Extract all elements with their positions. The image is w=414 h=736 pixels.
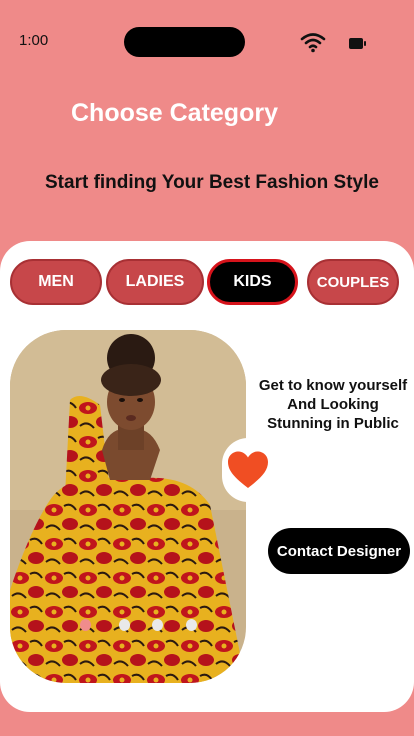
dynamic-island — [124, 27, 245, 57]
tab-men[interactable]: MEN — [10, 259, 102, 305]
page-subtitle: Start finding Your Best Fashion Style — [45, 172, 379, 193]
status-time: 1:00 — [19, 32, 49, 49]
page-title: Choose Category — [71, 99, 278, 127]
favorite-button[interactable] — [222, 438, 274, 502]
tagline-text: Get to know yourself And Looking Stunnin… — [258, 377, 408, 432]
carousel-dot[interactable] — [152, 619, 163, 631]
tab-couples[interactable]: COUPLES — [307, 259, 399, 305]
status-bar: 1:00 — [0, 0, 414, 80]
carousel-dot-active[interactable] — [80, 619, 91, 631]
carousel-dot[interactable] — [119, 619, 130, 631]
carousel-indicator — [80, 619, 200, 631]
battery-icon — [349, 38, 366, 49]
tab-kids[interactable]: KIDS — [207, 259, 298, 305]
wifi-icon — [300, 31, 326, 53]
tab-ladies[interactable]: LADIES — [106, 259, 204, 305]
contact-designer-button[interactable]: Contact Designer — [268, 528, 410, 574]
carousel-dot[interactable] — [186, 619, 197, 631]
